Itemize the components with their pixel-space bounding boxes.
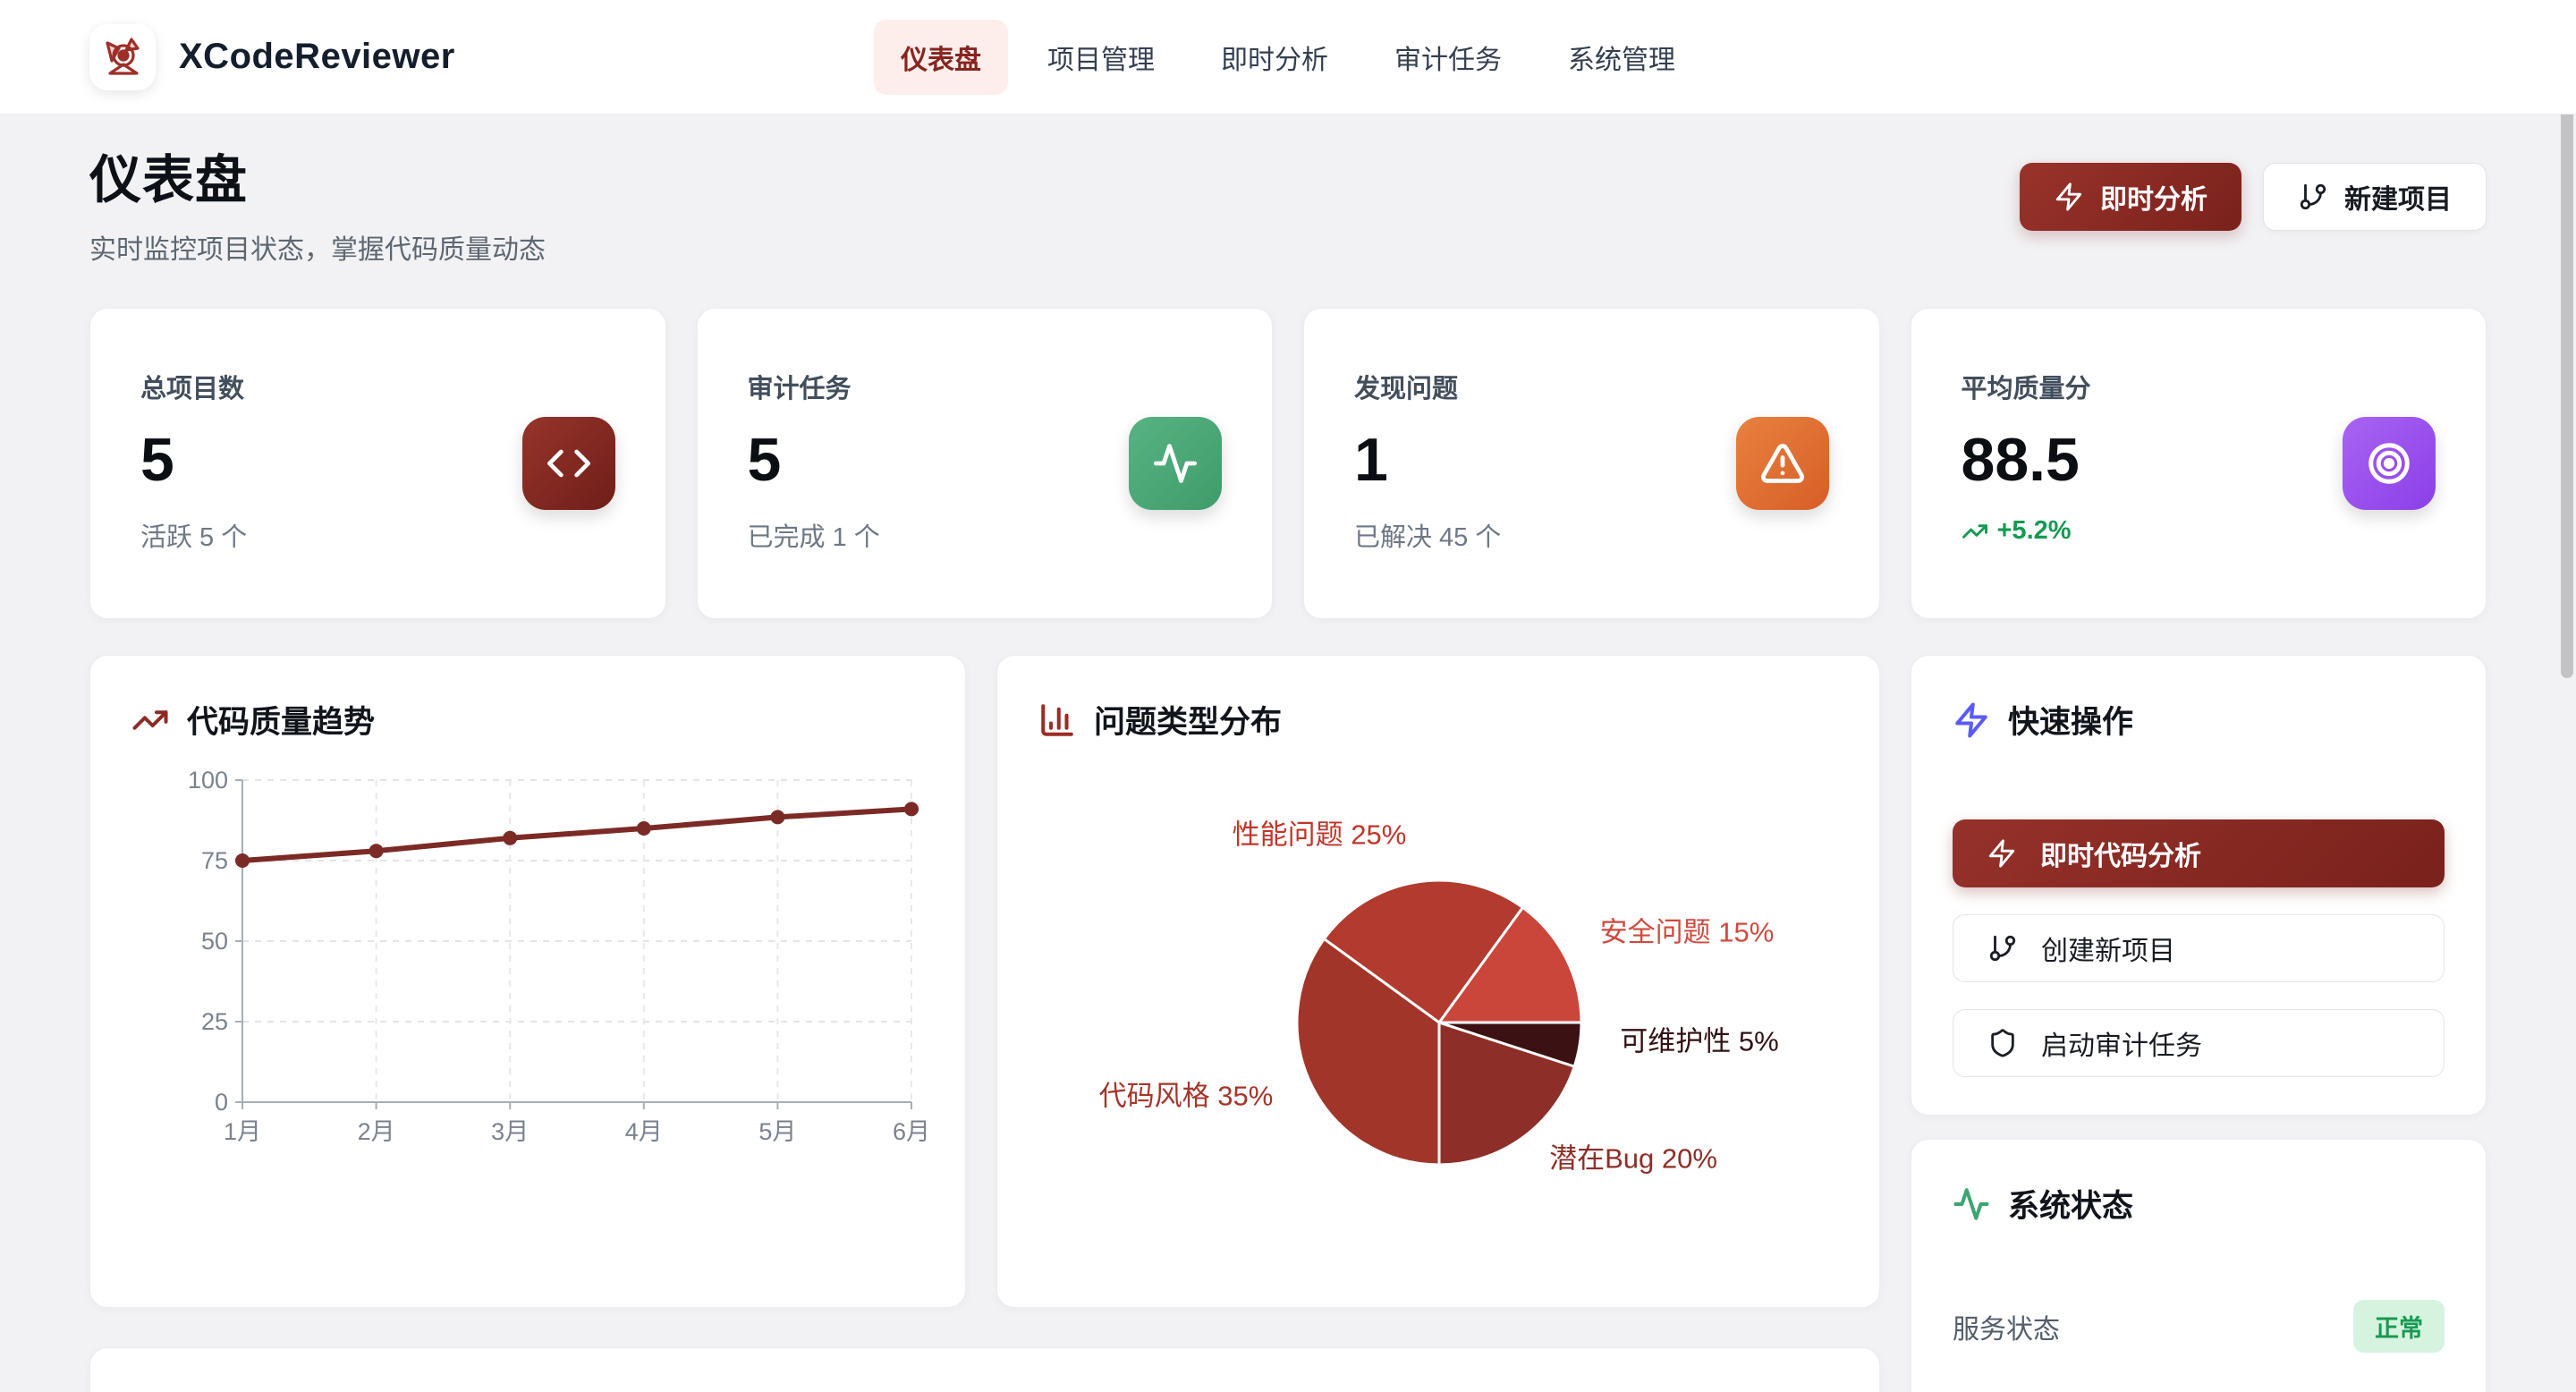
new-project-button[interactable]: 新建项目 [2263, 163, 2487, 231]
trending-up-icon [131, 701, 169, 739]
bar-chart-icon [1038, 701, 1076, 739]
stat-card-issues-found: 发现问题 1 已解决 45 个 [1303, 308, 1880, 619]
create-new-project-button[interactable]: 创建新项目 [1953, 914, 2445, 982]
nav-item-system-admin[interactable]: 系统管理 [1541, 20, 1702, 95]
start-audit-task-button[interactable]: 启动审计任务 [1953, 1009, 2445, 1077]
app-logo-icon [89, 24, 156, 90]
project-overview-card: 项目概览 [89, 1347, 1880, 1392]
svg-text:1月: 1月 [224, 1118, 261, 1145]
page-scrollbar[interactable] [2558, 0, 2576, 1392]
stat-value: 1 [1354, 425, 1501, 495]
pulse-icon [1953, 1185, 1990, 1223]
target-icon [2343, 417, 2436, 510]
issue-distribution-title: 问题类型分布 [1038, 697, 1838, 743]
instant-analysis-button[interactable]: 即时分析 [2020, 163, 2241, 231]
stat-label: 审计任务 [748, 368, 880, 405]
pie-slice-label: 安全问题 15% [1600, 910, 1775, 950]
quality-trend-line-chart: 0 25 50 75 100 1月 2月 3月 4月 5月 6月 [131, 769, 926, 1177]
instant-analysis-button-label: 即时分析 [2100, 177, 2207, 216]
stat-sub: 已解决 45 个 [1354, 516, 1501, 554]
new-project-button-label: 新建项目 [2344, 177, 2452, 216]
main-nav: 仪表盘 项目管理 即时分析 审计任务 系统管理 [874, 20, 1702, 95]
dashboard-grid: 代码质量趋势 0 25 50 75 100 1月 2月 3月 4月 5月 6月 问题类型分布 安全问… [89, 655, 2487, 1392]
brand-name: XCodeReviewer [179, 37, 455, 77]
lightning-icon [1987, 838, 2017, 869]
api-response-label: API响应 [1953, 1387, 2049, 1392]
stat-trend-value: +5.2% [1997, 516, 2072, 546]
lightning-icon [1953, 701, 1990, 739]
quality-trend-title: 代码质量趋势 [131, 697, 924, 743]
git-branch-icon [1987, 933, 2018, 963]
alert-triangle-icon [1736, 417, 1829, 510]
svg-text:0: 0 [215, 1089, 228, 1116]
issue-distribution-card: 问题类型分布 安全问题 15% 性能问题 25% 代码风格 35% 潜在Bug 20%… [996, 655, 1880, 1308]
stat-label: 总项目数 [140, 368, 247, 405]
svg-text:4月: 4月 [625, 1118, 663, 1145]
git-branch-icon [2298, 182, 2328, 212]
stat-card-avg-quality: 平均质量分 88.5 +5.2% [1911, 308, 2487, 619]
svg-text:2月: 2月 [358, 1118, 395, 1145]
nav-item-dashboard[interactable]: 仪表盘 [874, 20, 1008, 95]
service-status-row: 服务状态 正常 [1953, 1300, 2445, 1353]
system-status-card: 系统状态 服务状态 正常 API响应 45ms [1911, 1139, 2487, 1392]
api-response-row: API响应 45ms [1953, 1387, 2445, 1392]
stat-label: 平均质量分 [1962, 368, 2091, 405]
svg-text:100: 100 [188, 769, 228, 794]
svg-text:75: 75 [201, 847, 228, 874]
code-icon [522, 417, 615, 510]
nav-item-instant-analysis[interactable]: 即时分析 [1194, 20, 1355, 95]
stat-value: 5 [748, 425, 880, 495]
stats-row: 总项目数 5 活跃 5 个 审计任务 5 已完成 1 个 发现问题 1 已解决 … [89, 308, 2487, 619]
pie-slice-label: 代码风格 35% [1099, 1074, 1274, 1114]
svg-text:50: 50 [201, 928, 228, 955]
stat-label: 发现问题 [1354, 368, 1501, 405]
dashboard-main: 仪表盘 实时监控项目状态，掌握代码质量动态 即时分析 新建项目 总项目数 5 [0, 115, 2576, 1392]
stat-trend: +5.2% [1962, 516, 2091, 546]
shield-icon [1987, 1028, 2018, 1058]
svg-text:6月: 6月 [893, 1118, 926, 1145]
svg-text:25: 25 [201, 1008, 228, 1035]
service-status-badge: 正常 [2353, 1300, 2445, 1353]
system-status-title: 系统状态 [1953, 1181, 2445, 1226]
lightning-icon [2054, 182, 2084, 212]
stat-card-total-projects: 总项目数 5 活跃 5 个 [89, 308, 666, 619]
page-title: 仪表盘 [89, 138, 546, 213]
page-subtitle: 实时监控项目状态，掌握代码质量动态 [89, 227, 546, 267]
stat-card-audit-tasks: 审计任务 5 已完成 1 个 [697, 308, 1274, 619]
instant-code-analysis-button[interactable]: 即时代码分析 [1953, 819, 2445, 887]
right-column: 快速操作 即时代码分析 创建新项目 [1911, 655, 2487, 1392]
svg-text:3月: 3月 [491, 1118, 529, 1145]
pie-slice-label: 可维护性 5% [1620, 1019, 1778, 1059]
service-status-label: 服务状态 [1953, 1307, 2060, 1346]
quick-actions-card: 快速操作 即时代码分析 创建新项目 [1911, 655, 2487, 1116]
stat-sub: 活跃 5 个 [140, 516, 247, 554]
page-actions: 即时分析 新建项目 [2020, 163, 2487, 231]
stat-value: 5 [140, 425, 247, 495]
stat-value: 88.5 [1962, 425, 2091, 495]
pie-slice-label: 潜在Bug 20% [1549, 1136, 1717, 1176]
quick-actions-title: 快速操作 [1953, 697, 2445, 743]
svg-text:5月: 5月 [758, 1118, 796, 1145]
page-header: 仪表盘 实时监控项目状态，掌握代码质量动态 即时分析 新建项目 [89, 138, 2487, 267]
issue-distribution-pie: 安全问题 15% 性能问题 25% 代码风格 35% 潜在Bug 20% 可维护性 5% [1038, 755, 1838, 1238]
brand: XCodeReviewer [89, 24, 455, 90]
stat-sub: 已完成 1 个 [748, 516, 880, 554]
nav-item-projects[interactable]: 项目管理 [1021, 20, 1182, 95]
trending-up-icon [1962, 518, 1988, 545]
nav-item-audit-tasks[interactable]: 审计任务 [1368, 20, 1529, 95]
pie-slice-label: 性能问题 25% [1233, 812, 1407, 853]
app-header: XCodeReviewer 仪表盘 项目管理 即时分析 审计任务 系统管理 [0, 0, 2576, 115]
quality-trend-card: 代码质量趋势 0 25 50 75 100 1月 2月 3月 4月 5月 6月 [89, 655, 966, 1308]
activity-icon [1129, 417, 1222, 510]
